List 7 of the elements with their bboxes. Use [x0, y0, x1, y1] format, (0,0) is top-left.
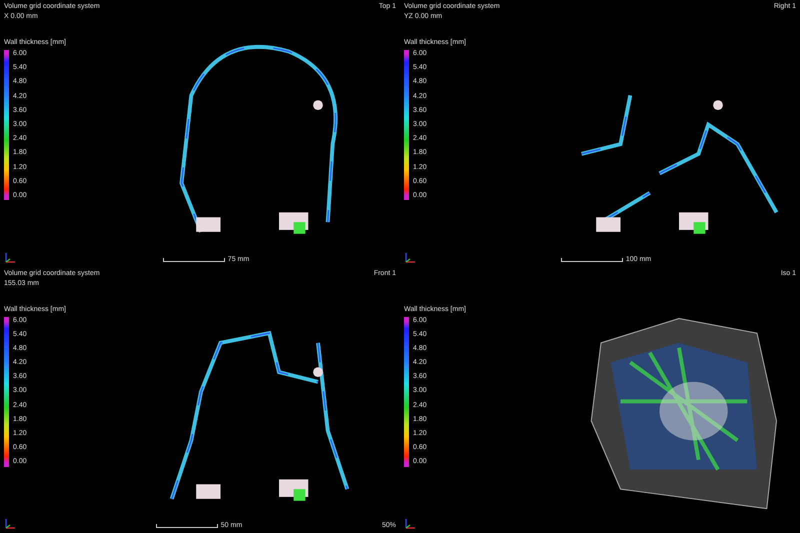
- scale-bar: [156, 524, 218, 528]
- axis-triad-icon: [4, 252, 16, 264]
- axis-triad-icon: [404, 518, 416, 530]
- scale-bar: [162, 258, 225, 262]
- scale-bar: [560, 258, 623, 262]
- axis-triad-icon: [404, 252, 416, 264]
- axis-triad-icon: [4, 518, 16, 530]
